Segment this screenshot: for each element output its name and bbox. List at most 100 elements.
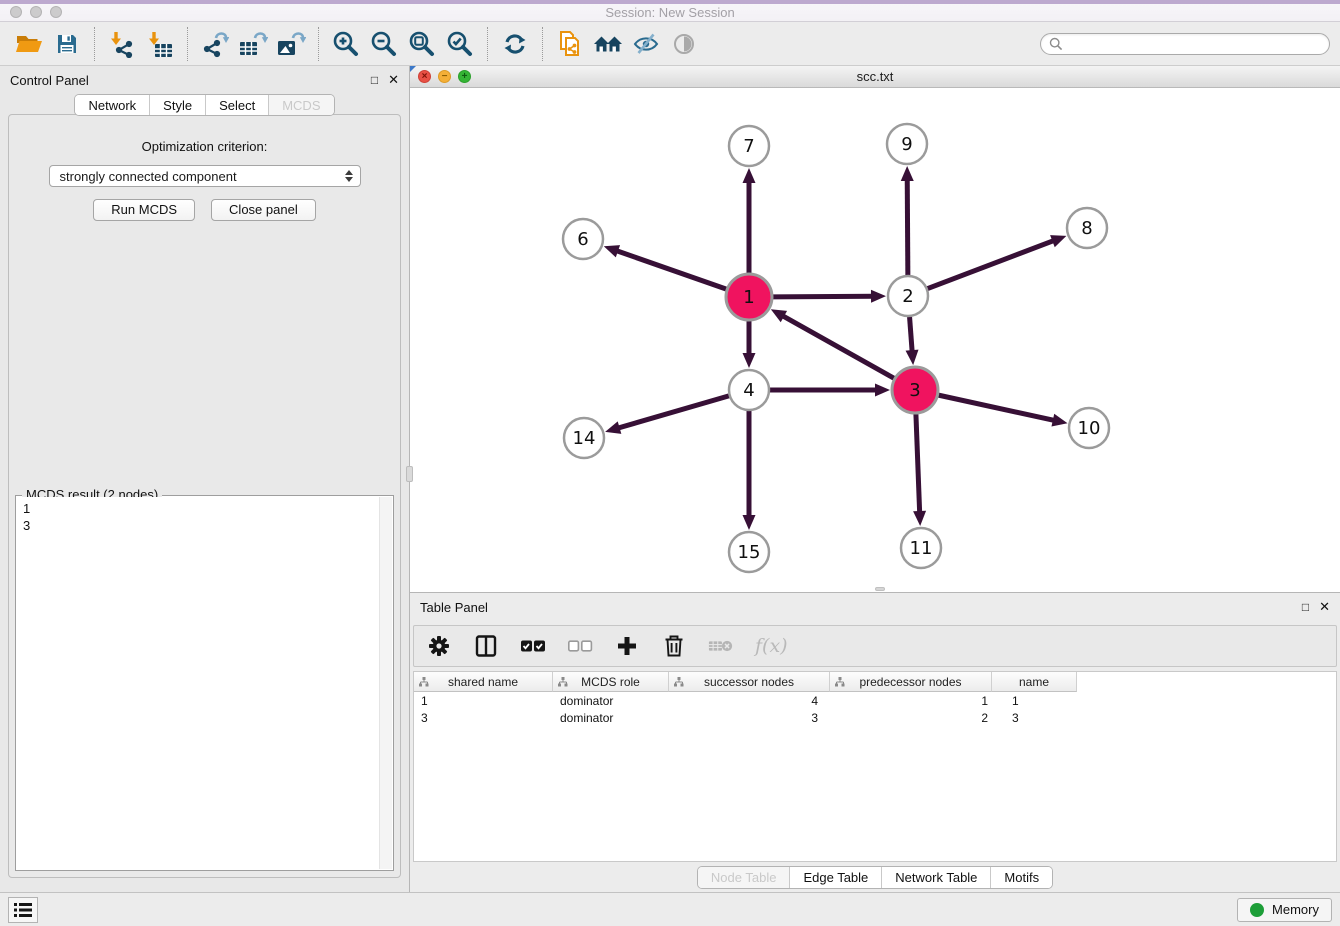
table-tab-edge-table[interactable]: Edge Table (789, 867, 881, 888)
tab-mcds[interactable]: MCDS (268, 95, 333, 115)
graph-arrowhead (1051, 414, 1067, 427)
plus-icon (616, 635, 638, 657)
refresh-icon (501, 31, 529, 57)
network-window-titlebar[interactable]: scc.txt × − + (410, 66, 1340, 88)
copy-network-button[interactable] (554, 28, 586, 60)
table-tab-network-table[interactable]: Network Table (881, 867, 990, 888)
hide-selected-button[interactable] (630, 28, 662, 60)
graph-edge-3-1[interactable] (780, 315, 894, 379)
graph-arrowhead (913, 511, 926, 526)
tab-select[interactable]: Select (205, 95, 268, 115)
zoom-selected-icon (446, 30, 474, 58)
network-splitter-handle[interactable] (875, 587, 885, 591)
table-tab-node-table[interactable]: Node Table (698, 867, 790, 888)
table-panel-close-icon[interactable]: ✕ (1319, 599, 1330, 615)
show-all-networks-button[interactable] (592, 28, 624, 60)
import-network-button[interactable] (106, 28, 138, 60)
network-graph[interactable]: 7968124314101511 (410, 88, 1340, 592)
graph-edge-2-3[interactable] (910, 317, 913, 354)
network-window-title: scc.txt (410, 69, 1340, 84)
deselect-all-button[interactable] (567, 633, 593, 659)
mcds-result-area[interactable]: 1 3 (17, 497, 379, 869)
refresh-view-button[interactable] (499, 28, 531, 60)
table-panel-title: Table Panel (420, 600, 488, 615)
export-table-button[interactable] (237, 28, 269, 60)
import-table-button[interactable] (144, 28, 176, 60)
table-tab-motifs[interactable]: Motifs (990, 867, 1052, 888)
criterion-select-value: strongly connected component (60, 169, 345, 184)
graph-edge-2-9[interactable] (907, 177, 908, 275)
select-all-icon (520, 638, 546, 654)
graph-node-label-7: 7 (743, 136, 754, 157)
open-file-button[interactable] (13, 28, 45, 60)
export-network-button[interactable] (199, 28, 231, 60)
graph-arrowhead (1050, 235, 1066, 247)
memory-button[interactable]: Memory (1237, 898, 1332, 922)
column-header-shared-name[interactable]: shared name (414, 672, 553, 692)
column-header-MCDS-role[interactable]: MCDS role (553, 672, 669, 692)
create-column-button[interactable] (614, 633, 640, 659)
show-column-panel-button[interactable] (473, 633, 499, 659)
copy-network-icon (557, 30, 583, 58)
mcds-result-scrollbar[interactable] (379, 497, 392, 869)
focus-corner-mark (410, 66, 416, 72)
right-column: scc.txt × − + 7968124314101511 Table Pan… (410, 66, 1340, 892)
table-cell: 2 (830, 709, 992, 726)
delete-column-button[interactable] (661, 633, 687, 659)
task-history-button[interactable] (8, 897, 38, 923)
zoom-fit-button[interactable] (406, 28, 438, 60)
show-hidden-button[interactable] (668, 28, 700, 60)
table-panel-float-icon[interactable]: □ (1302, 600, 1309, 614)
panel-splitter-handle[interactable] (406, 466, 413, 482)
column-header-successor-nodes[interactable]: successor nodes (669, 672, 830, 692)
criterion-select[interactable]: strongly connected component (49, 165, 361, 187)
table-settings-button[interactable] (426, 633, 452, 659)
network-canvas[interactable]: 7968124314101511 (410, 88, 1340, 592)
graph-edge-4-14[interactable] (616, 396, 729, 429)
graph-arrowhead (743, 515, 756, 530)
save-session-button[interactable] (51, 28, 83, 60)
export-image-button[interactable] (275, 28, 307, 60)
delete-table-button (708, 633, 734, 659)
tab-style[interactable]: Style (149, 95, 205, 115)
column-header-predecessor-nodes[interactable]: predecessor nodes (830, 672, 992, 692)
control-panel-header: Control Panel □ ✕ (0, 66, 409, 94)
zoom-selected-button[interactable] (444, 28, 476, 60)
table-row[interactable]: 1dominator411 (414, 692, 1336, 709)
tab-network[interactable]: Network (75, 95, 149, 115)
memory-status-icon (1250, 903, 1264, 917)
graph-edge-3-10[interactable] (938, 395, 1056, 421)
graph-node-label-3: 3 (909, 380, 920, 401)
toolbar-separator (487, 27, 488, 61)
search-input[interactable] (1068, 35, 1321, 53)
graph-arrowhead (605, 421, 621, 433)
graph-arrowhead (743, 168, 756, 183)
eye-disabled-icon (672, 32, 696, 56)
function-builder-button: f(x) (755, 635, 788, 657)
table-cell: 1 (830, 692, 992, 709)
control-panel-float-icon[interactable]: □ (371, 73, 378, 87)
open-folder-icon (15, 32, 43, 56)
search-icon (1049, 37, 1063, 51)
graph-node-label-2: 2 (902, 286, 913, 307)
search-field[interactable] (1040, 33, 1330, 55)
columns-icon (474, 634, 498, 658)
graph-edge-1-2[interactable] (773, 296, 875, 297)
toolbar-separator (94, 27, 95, 61)
control-panel-close-icon[interactable]: ✕ (388, 72, 399, 88)
graph-edge-1-6[interactable] (614, 250, 726, 289)
select-all-button[interactable] (520, 633, 546, 659)
graph-edge-3-11[interactable] (916, 414, 920, 515)
close-panel-button[interactable]: Close panel (211, 199, 316, 221)
run-mcds-button[interactable]: Run MCDS (93, 199, 195, 221)
node-table[interactable]: shared nameMCDS rolesuccessor nodesprede… (413, 671, 1337, 862)
status-bar: Memory (0, 892, 1340, 926)
zoom-out-button[interactable] (368, 28, 400, 60)
table-cell: dominator (553, 692, 669, 709)
graph-node-label-11: 11 (910, 538, 933, 559)
column-header-name[interactable]: name (992, 672, 1077, 692)
table-row[interactable]: 3dominator323 (414, 709, 1336, 726)
zoom-in-button[interactable] (330, 28, 362, 60)
network-window: scc.txt × − + 7968124314101511 (410, 66, 1340, 592)
graph-edge-2-8[interactable] (928, 240, 1057, 289)
